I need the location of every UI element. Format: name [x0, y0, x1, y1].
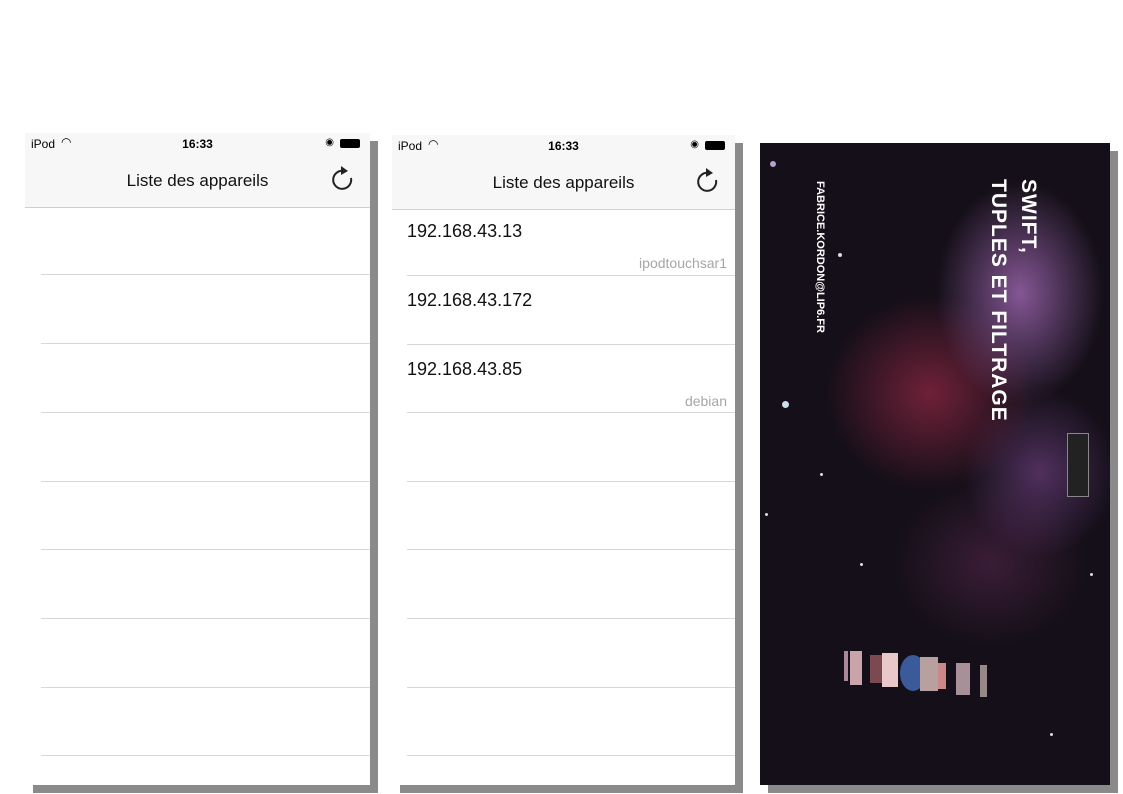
- row-separator: [41, 343, 370, 344]
- row-separator: [41, 481, 370, 482]
- row-separator: [407, 618, 735, 619]
- refresh-icon[interactable]: [328, 165, 356, 193]
- orientation-lock-icon: ◉: [690, 139, 699, 150]
- status-bar: iPod ◠ 16:33 ◉: [25, 133, 370, 155]
- battery-icon: [705, 141, 725, 150]
- clock: 16:33: [182, 137, 213, 151]
- star: [860, 563, 863, 566]
- phone-device-list: iPod ◠ 16:33 ◉ Liste des appareils 192.1…: [392, 135, 735, 785]
- row-separator: [41, 755, 370, 756]
- cover-author: FABRICE.KORDON@LIP6.FR: [814, 181, 826, 333]
- license-badge: [1067, 433, 1089, 497]
- row-separator: [407, 275, 735, 276]
- orientation-lock-icon: ◉: [325, 137, 334, 148]
- satellite-illustration: [840, 643, 1000, 697]
- star: [1090, 573, 1093, 576]
- device-ip: 192.168.43.172: [407, 290, 533, 310]
- star: [782, 401, 789, 408]
- clock: 16:33: [548, 139, 579, 153]
- row-separator: [407, 549, 735, 550]
- row-separator: [407, 755, 735, 756]
- star: [820, 473, 823, 476]
- nav-bar: Liste des appareils: [392, 157, 735, 210]
- course-cover-image: SWIFT, TUPLES ET FILTRAGE FABRICE.KORDON…: [760, 143, 1110, 785]
- phone-empty-list: iPod ◠ 16:33 ◉ Liste des appareils: [25, 133, 370, 785]
- cover-title-line2: TUPLES ET FILTRAGE: [987, 179, 1010, 422]
- row-separator: [41, 687, 370, 688]
- star: [838, 253, 842, 257]
- nav-bar: Liste des appareils: [25, 155, 370, 208]
- row-separator: [41, 549, 370, 550]
- page-title: Liste des appareils: [126, 171, 269, 190]
- cover-title-line1: SWIFT,: [1017, 179, 1040, 254]
- row-separator: [407, 687, 735, 688]
- row-separator: [407, 481, 735, 482]
- device-ip: 192.168.43.13: [407, 221, 523, 241]
- device-hostname: ipodtouchsar1: [639, 255, 727, 271]
- star: [765, 513, 768, 516]
- row-separator: [407, 412, 735, 413]
- refresh-icon[interactable]: [693, 167, 721, 195]
- page-title: Liste des appareils: [492, 173, 635, 192]
- device-hostname: debian: [684, 393, 727, 409]
- row-separator: [407, 344, 735, 345]
- star: [1050, 733, 1053, 736]
- row-separator: [41, 412, 370, 413]
- status-bar: iPod ◠ 16:33 ◉: [392, 135, 735, 157]
- row-separator: [41, 618, 370, 619]
- device-ip: 192.168.43.85: [407, 359, 523, 379]
- star: [770, 161, 776, 167]
- row-separator: [41, 274, 370, 275]
- battery-icon: [340, 139, 360, 148]
